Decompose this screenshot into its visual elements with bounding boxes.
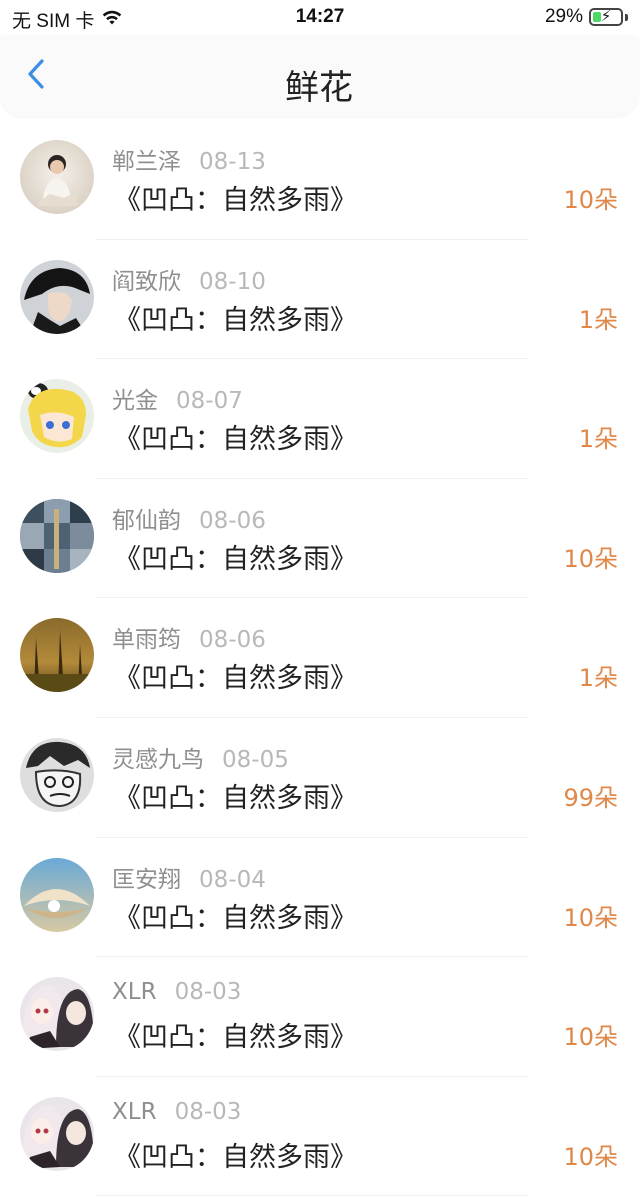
user-name[interactable]: 单雨筠 [112,627,181,653]
avatar[interactable] [20,379,94,454]
user-name[interactable]: 光金 [112,388,158,414]
user-name[interactable]: 郁仙韵 [112,508,181,534]
name-date-line: 郸兰泽 08-13 [112,142,266,176]
flower-count: 1朵 [578,664,618,693]
avatar[interactable] [20,140,94,214]
date: 08-03 [174,1098,242,1125]
date: 08-13 [199,149,266,175]
battery-icon: ⚡ [589,8,623,26]
avatar[interactable] [20,857,94,932]
status-right: 29% ⚡ [545,6,628,28]
user-name[interactable]: XLR [112,1099,157,1125]
name-date-line: XLR 08-03 [112,979,241,1005]
page-title: 鲜花 [285,68,353,108]
work-title: 《凹凸：自然多雨》 [114,543,357,575]
name-date-line: 阎致欣 08-10 [112,262,266,296]
date: 08-07 [176,388,243,415]
list-item[interactable]: 灵感九鸟 08-05 《凹凸：自然多雨》 99朵 [0,718,640,838]
name-date-line: 光金 08-07 [112,381,243,415]
avatar[interactable] [20,259,94,334]
date: 08-06 [199,627,266,654]
list-item[interactable]: 阎致欣 08-10 《凹凸：自然多雨》 1朵 [0,240,640,360]
flower-count: 10朵 [563,1023,618,1052]
nav-bar: 鲜花 [0,36,638,116]
work-title: 《凹凸：自然多雨》 [114,1141,357,1173]
name-date-line: 单雨筠 08-06 [112,620,266,654]
user-name[interactable]: 郸兰泽 [112,149,181,175]
work-title: 《凹凸：自然多雨》 [114,902,357,934]
user-name[interactable]: 匡安翔 [112,867,181,893]
flower-count: 10朵 [563,186,618,214]
work-title: 《凹凸：自然多雨》 [114,424,357,456]
flower-count: 10朵 [563,544,618,573]
date: 08-06 [199,507,266,534]
status-bar: 无 SIM 卡 14:27 29% ⚡ [0,0,640,36]
name-date-line: 灵感九鸟 08-05 [112,740,289,774]
avatar[interactable] [20,618,94,693]
user-name[interactable]: 阎致欣 [112,269,181,295]
avatar[interactable] [20,498,94,573]
list-item[interactable]: 郸兰泽 08-13 《凹凸：自然多雨》 10朵 [0,120,640,240]
avatar[interactable] [20,1096,94,1171]
work-title: 《凹凸：自然多雨》 [114,304,357,336]
work-title: 《凹凸：自然多雨》 [114,782,357,814]
name-date-line: 郁仙韵 08-06 [112,501,266,535]
list-item[interactable]: 郁仙韵 08-06 《凹凸：自然多雨》 10朵 [0,479,640,599]
flower-count: 1朵 [578,425,618,454]
name-date-line: XLR 08-03 [112,1099,241,1125]
work-title: 《凹凸：自然多雨》 [114,185,357,216]
date: 08-03 [174,979,242,1006]
flower-count: 10朵 [563,903,618,932]
battery-cap [625,13,628,21]
user-name[interactable]: 灵感九鸟 [112,747,204,773]
battery-percent: 29% [544,6,583,27]
list-item[interactable]: XLR 08-03 《凹凸：自然多雨》 10朵 [0,1077,640,1196]
avatar[interactable] [20,977,94,1052]
date: 08-10 [199,268,266,295]
user-name[interactable]: XLR [112,979,157,1005]
name-date-line: 匡安翔 08-04 [112,860,266,894]
list-item[interactable]: 匡安翔 08-04 《凹凸：自然多雨》 10朵 [0,838,640,958]
flower-count: 99朵 [563,783,618,812]
avatar[interactable] [20,737,94,812]
date: 08-05 [222,746,289,773]
list-item[interactable]: 单雨筠 08-06 《凹凸：自然多雨》 1朵 [0,598,640,718]
work-title: 《凹凸：自然多雨》 [114,1022,357,1054]
list-item[interactable]: XLR 08-03 《凹凸：自然多雨》 10朵 [0,957,640,1077]
date: 08-04 [199,866,266,893]
list-item[interactable]: 光金 08-07 《凹凸：自然多雨》 1朵 [0,359,640,479]
work-title: 《凹凸：自然多雨》 [114,663,357,695]
flower-count: 1朵 [578,305,618,334]
flower-record-list: 郸兰泽 08-13 《凹凸：自然多雨》 10朵 阎致欣 08-10 《凹凸：自然多雨》 1朵光… [0,120,640,1196]
charging-bolt-icon: ⚡ [600,8,612,25]
flower-count: 10朵 [563,1142,618,1171]
